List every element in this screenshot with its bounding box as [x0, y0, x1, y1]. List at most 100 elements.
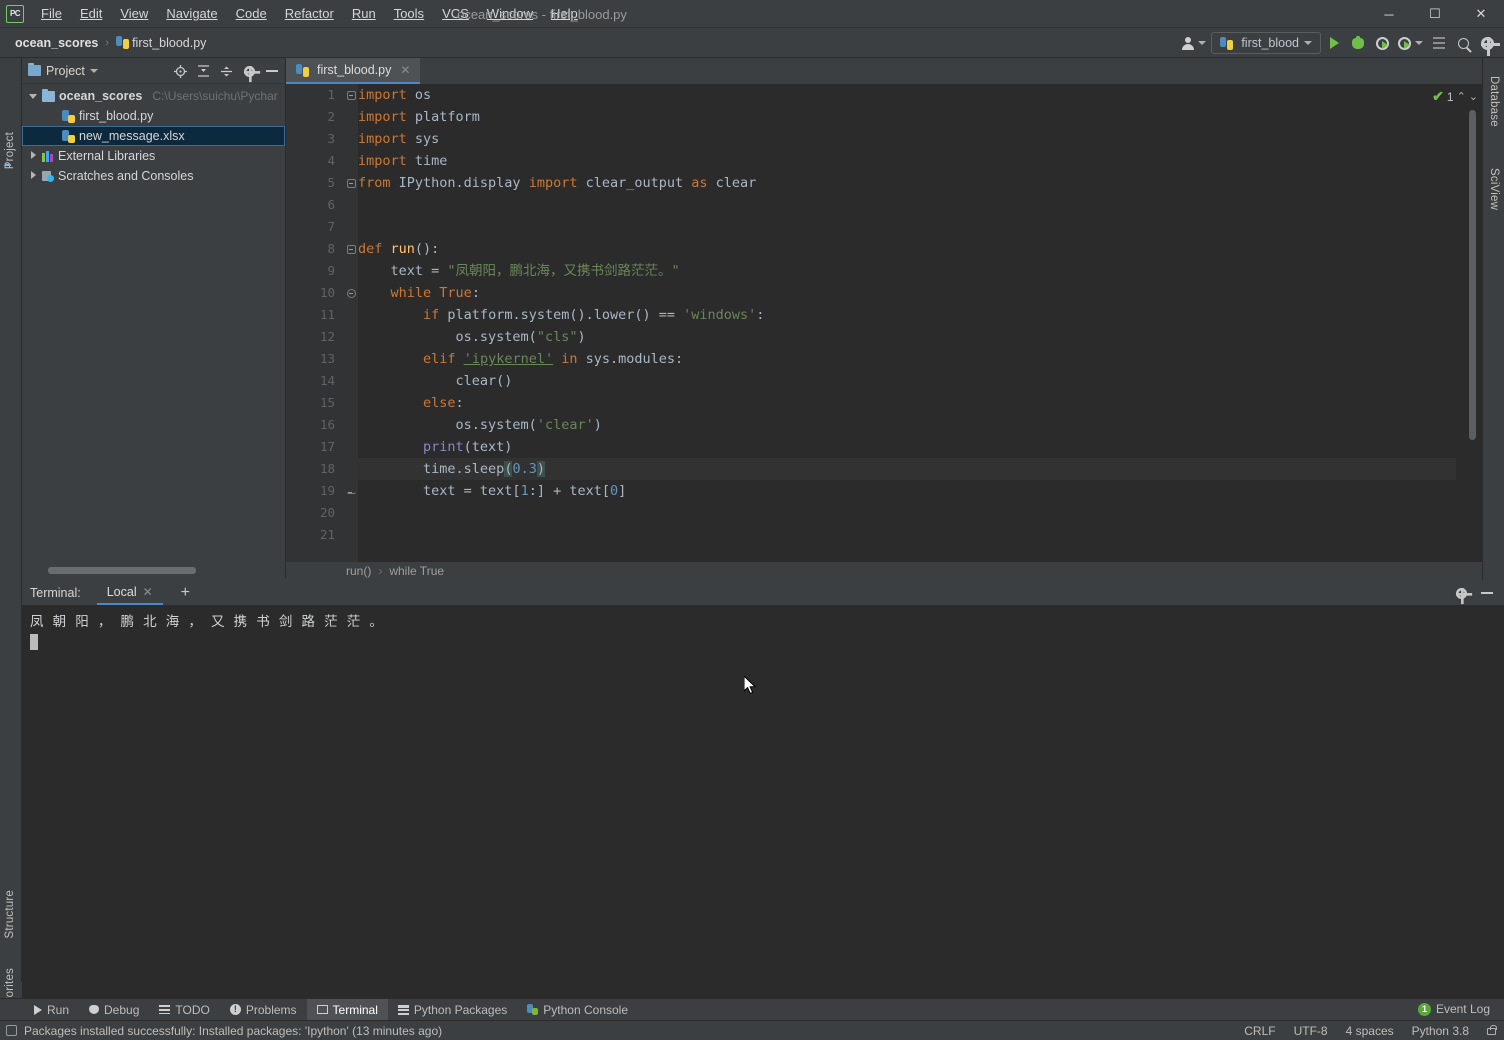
terminal-title: Terminal:	[30, 586, 81, 600]
editor-area: first_blood.py ✕ 1 2 3 4 5 6 7 8 9 10 11…	[286, 58, 1482, 578]
code-folding-gutter[interactable]	[344, 84, 358, 578]
line-number: 1	[286, 84, 344, 106]
collapse-all-button[interactable]	[215, 60, 237, 82]
profile-button[interactable]	[1395, 32, 1426, 54]
rail-item-sciview[interactable]: SciView	[1488, 168, 1500, 210]
menu-item-help[interactable]: Help	[542, 2, 587, 25]
tool-window-python-packages[interactable]: Python Packages	[388, 999, 517, 1021]
locate-file-button[interactable]	[169, 60, 191, 82]
line-separator-status[interactable]: CRLF	[1244, 1024, 1275, 1038]
chevron-right-icon[interactable]	[28, 171, 38, 181]
indent-status[interactable]: 4 spaces	[1346, 1024, 1394, 1038]
menu-item-code[interactable]: Code	[227, 2, 276, 25]
main-toolbar: first_blood	[1178, 28, 1498, 58]
menu-item-edit[interactable]: Edit	[71, 2, 111, 25]
menu-item-view[interactable]: View	[111, 2, 157, 25]
menu-item-run[interactable]: Run	[343, 2, 385, 25]
tool-window-problems[interactable]: !Problems	[220, 999, 307, 1021]
notification-icon[interactable]	[6, 1025, 17, 1036]
line-number: 9	[286, 260, 344, 282]
interpreter-status[interactable]: Python 3.8	[1412, 1024, 1469, 1038]
line-number: 19	[286, 480, 344, 502]
run-icon	[1330, 37, 1339, 49]
project-horizontal-scrollbar[interactable]	[48, 567, 196, 574]
code-line-13: elif 'ipykernel' in sys.modules:	[358, 348, 1482, 370]
menu-item-refactor[interactable]: Refactor	[276, 2, 343, 25]
menu-item-vcs[interactable]: VCS	[433, 2, 478, 25]
tool-window-label: Problems	[246, 1003, 297, 1017]
rail-item-structure[interactable]: Structure	[4, 890, 16, 938]
lock-icon[interactable]	[1487, 1028, 1496, 1035]
code-editor[interactable]: 1 2 3 4 5 6 7 8 9 10 11 12 13 14 15 16 1…	[286, 84, 1482, 578]
fold-marker[interactable]	[344, 238, 358, 260]
menu-bar: File Edit View Navigate Code Refactor Ru…	[32, 2, 587, 25]
title-bar: PC File Edit View Navigate Code Refactor…	[0, 0, 1504, 28]
run-configuration-selector[interactable]: first_blood	[1211, 32, 1321, 54]
terminal-settings-button[interactable]	[1450, 582, 1472, 604]
debug-button[interactable]	[1347, 32, 1369, 54]
search-everywhere-button[interactable]	[1452, 32, 1474, 54]
chevron-right-icon[interactable]	[28, 151, 38, 161]
tree-node-ocean-scores[interactable]: ocean_scores C:\Users\suichu\Pychar	[22, 86, 285, 106]
user-avatar-button[interactable]	[1178, 32, 1209, 54]
layout-button[interactable]	[1428, 32, 1450, 54]
rail-item-database[interactable]: Database	[1488, 76, 1500, 127]
close-icon[interactable]: ✕	[143, 585, 153, 599]
editor-vertical-scrollbar[interactable]	[1469, 110, 1476, 440]
chevron-down-icon[interactable]	[28, 91, 38, 101]
code-line-2: import platform	[358, 106, 1482, 128]
menu-item-navigate[interactable]: Navigate	[157, 2, 226, 25]
terminal-hide-button[interactable]	[1476, 582, 1498, 604]
breadcrumb-project[interactable]: ocean_scores	[12, 34, 101, 52]
tree-node-first-blood[interactable]: first_blood.py	[22, 106, 285, 126]
chevron-down-icon[interactable]	[90, 69, 98, 73]
pycharm-logo-icon: PC	[6, 5, 24, 23]
project-icon	[28, 65, 41, 76]
close-icon[interactable]: ✕	[400, 63, 410, 77]
project-settings-button[interactable]	[238, 60, 260, 82]
excel-file-icon	[62, 130, 75, 143]
tool-window-debug[interactable]: Debug	[79, 999, 149, 1021]
fold-marker[interactable]	[344, 282, 358, 304]
terminal-tab-local[interactable]: Local ✕	[97, 580, 163, 605]
editor-tab-label: first_blood.py	[317, 63, 391, 77]
tree-node-new-message[interactable]: new_message.xlsx	[22, 126, 285, 146]
editor-tab-first-blood[interactable]: first_blood.py ✕	[286, 58, 420, 84]
tool-window-todo[interactable]: TODO	[149, 999, 219, 1021]
next-highlight-icon[interactable]: ⌄	[1469, 90, 1478, 103]
new-terminal-button[interactable]: +	[175, 584, 196, 602]
tool-window-run[interactable]: Run	[24, 999, 79, 1021]
breadcrumb-run[interactable]: run()	[346, 564, 371, 578]
tree-node-label: External Libraries	[58, 149, 155, 163]
hide-panel-button[interactable]	[261, 60, 283, 82]
expand-all-button[interactable]	[192, 60, 214, 82]
menu-item-window[interactable]: Window	[478, 2, 542, 25]
tree-node-external-libraries[interactable]: External Libraries	[22, 146, 285, 166]
breadcrumb-file[interactable]: first_blood.py	[113, 34, 209, 52]
settings-button[interactable]	[1476, 32, 1498, 54]
tool-window-terminal[interactable]: Terminal	[307, 999, 388, 1021]
encoding-status[interactable]: UTF-8	[1294, 1024, 1328, 1038]
maximize-button[interactable]: ☐	[1412, 0, 1458, 28]
menu-item-file[interactable]: File	[32, 2, 71, 25]
coverage-button[interactable]	[1371, 32, 1393, 54]
tool-window-label: Python Console	[543, 1003, 628, 1017]
event-log-button[interactable]: 1 Event Log	[1418, 998, 1490, 1020]
fold-marker[interactable]	[344, 84, 358, 106]
packages-icon	[398, 1005, 409, 1015]
inspection-widget[interactable]: ✔ 1 ⌃ ⌄	[1432, 88, 1478, 105]
previous-highlight-icon[interactable]: ⌃	[1457, 90, 1466, 103]
library-icon	[42, 151, 54, 162]
minimize-button[interactable]: ─	[1366, 0, 1412, 28]
fold-marker[interactable]	[344, 172, 358, 194]
tree-node-scratches[interactable]: Scratches and Consoles	[22, 166, 285, 186]
breadcrumb-while-true[interactable]: while True	[389, 564, 444, 578]
close-button[interactable]: ✕	[1458, 0, 1504, 28]
run-button[interactable]	[1323, 32, 1345, 54]
terminal-output[interactable]: 凤 朝 阳 ， 鹏 北 海 ， 又 携 书 剑 路 茫 茫 。	[22, 606, 1504, 998]
code-content[interactable]: import os import platform import sys imp…	[358, 84, 1482, 578]
tool-window-python-console[interactable]: Python Console	[517, 999, 638, 1021]
fold-marker[interactable]	[344, 480, 358, 502]
chevron-down-icon	[1304, 41, 1312, 45]
menu-item-tools[interactable]: Tools	[385, 2, 433, 25]
